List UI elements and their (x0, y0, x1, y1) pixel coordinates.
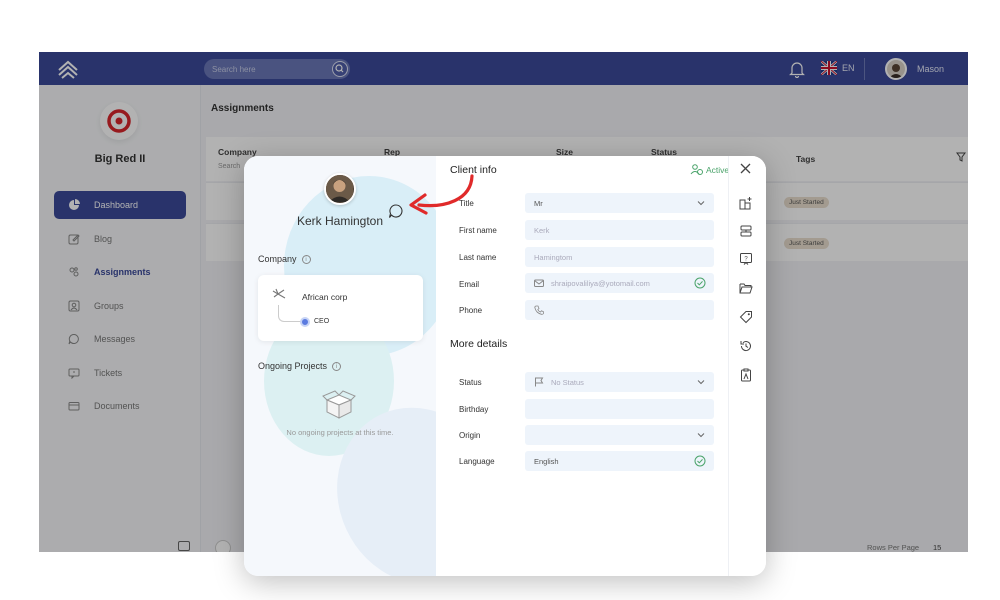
info-icon[interactable]: i (332, 361, 342, 371)
status-select[interactable]: No Status (525, 372, 714, 392)
chevron-down-icon (697, 380, 705, 385)
annotation-arrow-icon (409, 174, 474, 215)
phone-label: Phone (459, 306, 483, 315)
email-label: Email (459, 280, 480, 289)
origin-select[interactable] (525, 425, 714, 445)
origin-label: Origin (459, 431, 481, 440)
company-logo-icon (272, 288, 286, 299)
client-photo-icon (326, 175, 353, 202)
phone-icon (534, 305, 544, 315)
card-connector (278, 305, 302, 322)
info-icon[interactable]: i (301, 254, 311, 264)
birthday-label: Birthday (459, 405, 489, 414)
add-board-icon[interactable] (739, 196, 753, 210)
flag-icon (535, 377, 544, 387)
company-name: African corp (302, 292, 348, 302)
last-name-value: Hamingtom (534, 252, 573, 262)
first-name-value: Kerk (534, 225, 550, 235)
language-label: Language (459, 457, 495, 466)
language-field[interactable]: English (525, 451, 714, 471)
birthday-field[interactable] (525, 399, 714, 419)
verified-check-icon (694, 455, 706, 467)
phone-field[interactable] (525, 300, 714, 320)
empty-box-icon (322, 390, 356, 419)
chevron-down-icon (697, 433, 705, 438)
projects-section-label: Ongoing Projects (258, 361, 328, 371)
role-label: CEO (314, 318, 330, 325)
action-rail: ? (728, 156, 766, 576)
email-value: shraipovaliliya@yotomail.com (551, 278, 650, 288)
company-section-title: Company i (258, 254, 311, 264)
status-value: No Status (551, 377, 584, 387)
projects-section-title: Ongoing Projects i (258, 361, 342, 371)
more-details-title: More details (450, 338, 508, 350)
status-label: Status (459, 378, 482, 387)
verified-check-icon (694, 277, 706, 289)
clipboard-icon[interactable] (739, 368, 753, 382)
close-icon[interactable] (740, 163, 751, 174)
active-status[interactable]: Active (690, 164, 729, 175)
company-card[interactable]: African corp CEO (258, 275, 423, 341)
email-field[interactable]: shraipovaliliya@yotomail.com (525, 273, 714, 293)
folder-open-icon[interactable] (739, 281, 753, 295)
history-icon[interactable] (739, 339, 753, 353)
chevron-down-icon (697, 201, 705, 206)
last-name-label: Last name (459, 253, 497, 262)
active-status-label: Active (706, 164, 730, 175)
title-value: Mr (534, 198, 543, 208)
no-projects-message: No ongoing projects at this time. (286, 428, 394, 437)
client-avatar (324, 173, 356, 205)
tag-icon[interactable] (739, 310, 753, 324)
last-name-field[interactable]: Hamingtom (525, 247, 714, 267)
help-ticket-icon[interactable]: ? (739, 252, 753, 266)
user-check-icon (690, 164, 703, 175)
language-value: English (534, 456, 559, 466)
layers-icon[interactable] (739, 224, 753, 238)
company-section-label: Company (258, 254, 297, 264)
mail-icon (534, 279, 544, 287)
svg-text:?: ? (744, 257, 748, 263)
chat-icon[interactable] (388, 203, 404, 219)
first-name-field[interactable]: Kerk (525, 220, 714, 240)
first-name-label: First name (459, 226, 497, 235)
client-modal: Kerk Hamington Company i African corp CE… (244, 156, 766, 576)
role-indicator (300, 317, 310, 327)
title-select[interactable]: Mr (525, 193, 714, 213)
